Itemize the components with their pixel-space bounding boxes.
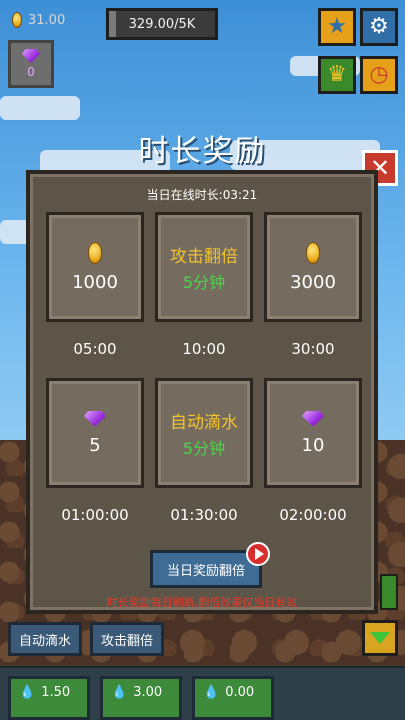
- gem-icon: [84, 410, 106, 427]
- chevron-down-icon: [370, 632, 390, 644]
- reward-time: 30:00: [291, 340, 335, 358]
- reward-cell[interactable]: 攻击翻倍 5分钟: [155, 212, 253, 322]
- gear-icon: ⚙: [369, 14, 389, 39]
- side-arrow-button[interactable]: [380, 574, 398, 610]
- coin-icon: [12, 12, 22, 28]
- cloud: [0, 96, 80, 120]
- slot-value: 0.00: [225, 685, 255, 700]
- gem-icon: [302, 410, 324, 427]
- water-icon: 💧: [203, 685, 220, 700]
- gem-icon: [22, 49, 40, 63]
- reward-dialog: 当日在线时长:03:21 1000 攻击翻倍 5分钟 3000 05:00 10…: [26, 170, 378, 614]
- notice-text: 时长奖励每日刷新,翻倍效果仅当日有效: [106, 596, 298, 609]
- reward-time: 02:00:00: [279, 506, 347, 524]
- reward-time: 01:00:00: [61, 506, 129, 524]
- star-button[interactable]: ★: [318, 8, 356, 46]
- auto-drip-button[interactable]: 自动滴水: [8, 622, 83, 656]
- reward-cell[interactable]: 10: [264, 378, 362, 488]
- play-triangle: [254, 548, 264, 560]
- stage-progress-bar: 329.00/5K: [106, 8, 218, 40]
- reward-cell[interactable]: 3000: [264, 212, 362, 322]
- reward-cell[interactable]: 1000: [46, 212, 144, 322]
- reward-amount: 3000: [290, 271, 336, 293]
- water-icon: 💧: [111, 685, 128, 700]
- water-icon: 💧: [19, 685, 36, 700]
- slot-value: 1.50: [41, 685, 71, 700]
- reward-amount: 1000: [72, 271, 118, 293]
- coin-icon: [306, 241, 320, 264]
- reward-time: 01:30:00: [170, 506, 238, 524]
- reward-amount: 5: [89, 434, 101, 456]
- star-icon: ★: [327, 14, 347, 39]
- coin-value: 31.00: [28, 12, 66, 28]
- clock-icon: ◷: [369, 62, 389, 87]
- reward-cell[interactable]: 5: [46, 378, 144, 488]
- gem-counter[interactable]: 0: [8, 40, 54, 88]
- upgrade-slot[interactable]: 💧 0.00: [192, 676, 274, 720]
- gem-value: 0: [27, 65, 35, 79]
- coin-icon: [88, 241, 102, 264]
- reward-amount: 10: [301, 434, 325, 456]
- reward-label: 攻击翻倍: [170, 246, 238, 267]
- collapse-button[interactable]: [362, 620, 398, 656]
- reward-duration: 5分钟: [182, 438, 226, 458]
- clock-button[interactable]: ◷: [360, 56, 398, 94]
- online-time: 当日在线时长:03:21: [146, 188, 258, 202]
- coin-counter: 31.00: [12, 12, 65, 28]
- video-play-icon[interactable]: [246, 542, 270, 566]
- reward-label: 自动滴水: [170, 412, 238, 433]
- settings-button[interactable]: ⚙: [360, 8, 398, 46]
- reward-cell[interactable]: 自动滴水 5分钟: [155, 378, 253, 488]
- reward-time: 10:00: [182, 340, 226, 358]
- upgrade-slot[interactable]: 💧 3.00: [100, 676, 182, 720]
- reward-duration: 5分钟: [182, 272, 226, 292]
- progress-fill: [109, 11, 116, 37]
- progress-text: 329.00/5K: [128, 16, 196, 32]
- dialog-title: 时长奖励: [138, 134, 267, 169]
- slot-value: 3.00: [133, 685, 163, 700]
- reward-time: 05:00: [73, 340, 117, 358]
- attack-double-button[interactable]: 攻击翻倍: [90, 622, 165, 656]
- upgrade-slot[interactable]: 💧 1.50: [8, 676, 90, 720]
- trophy-icon: ♛: [327, 62, 347, 87]
- trophy-button[interactable]: ♛: [318, 56, 356, 94]
